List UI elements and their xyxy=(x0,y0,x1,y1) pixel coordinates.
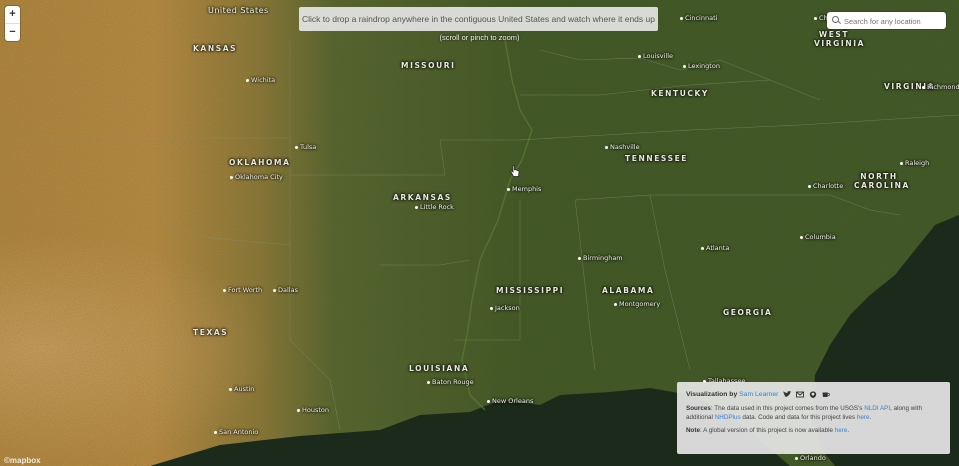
sources-text-4: . xyxy=(869,414,872,421)
nldi-api-link[interactable]: NLDI API xyxy=(864,405,890,412)
twitter-icon[interactable] xyxy=(783,390,792,398)
mail-icon[interactable] xyxy=(796,391,805,398)
location-search[interactable] xyxy=(827,12,946,29)
hand-cursor-icon xyxy=(510,165,520,183)
zoom-control: + − xyxy=(5,6,20,41)
sources-text-3: data. Code and data for this project liv… xyxy=(740,414,857,421)
sources-label: Sources xyxy=(686,405,711,412)
coffee-icon[interactable] xyxy=(822,391,830,398)
info-panel: Visualization by Sam Learner Sources: Th… xyxy=(677,382,950,454)
instruction-banner: Click to drop a raindrop anywhere in the… xyxy=(299,7,658,31)
zoom-hint: (scroll or pinch to zoom) xyxy=(439,33,520,42)
search-icon xyxy=(832,16,839,23)
mapbox-logo[interactable]: ©mapbox xyxy=(4,456,41,465)
global-version-link[interactable]: here xyxy=(835,427,848,434)
credit-line: Visualization by Sam Learner xyxy=(686,390,941,399)
note-text: Note: A global version of this project i… xyxy=(686,426,941,435)
search-input[interactable] xyxy=(842,14,946,28)
author-link[interactable]: Sam Learner xyxy=(739,391,778,398)
sources-text-1: : The data used in this project comes fr… xyxy=(710,405,865,412)
zoom-in-button[interactable]: + xyxy=(5,6,20,23)
zoom-out-button[interactable]: − xyxy=(5,23,20,41)
nhdplus-link[interactable]: NHDPlus xyxy=(715,414,741,421)
note-text-body: : A global version of this project is no… xyxy=(700,427,835,434)
code-link[interactable]: here xyxy=(857,414,870,421)
credit-prefix: Visualization by xyxy=(686,391,738,398)
note-end: . xyxy=(847,427,850,434)
note-label: Note xyxy=(686,427,700,434)
sources-text: Sources: The data used in this project c… xyxy=(686,404,941,422)
github-icon[interactable] xyxy=(809,391,817,398)
